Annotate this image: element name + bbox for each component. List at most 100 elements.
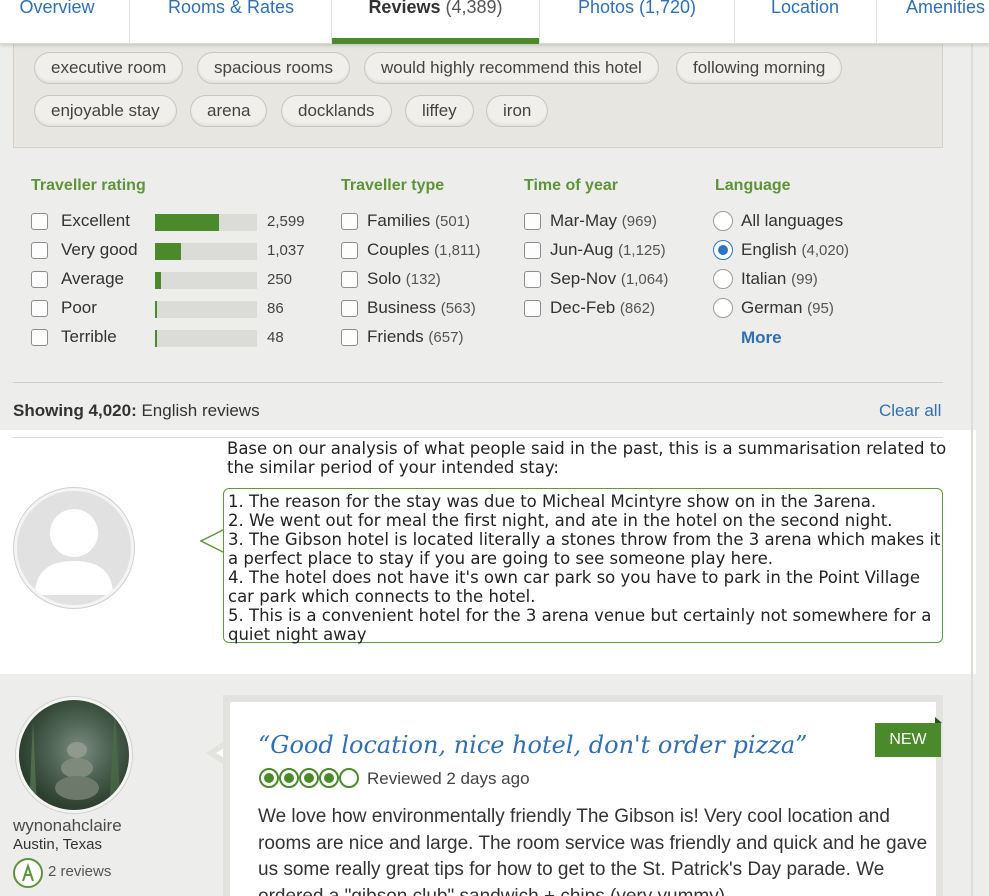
traveller-type-option[interactable]: Solo (132) [367, 269, 441, 289]
language-count: (95) [807, 300, 834, 317]
clear-all-link[interactable]: Clear all [879, 401, 941, 421]
time-of-year-count: (1,064) [620, 271, 669, 288]
rating-checkbox-4[interactable] [31, 329, 48, 346]
summary-point: 2. We went out for meal the first night,… [228, 511, 893, 530]
divider [13, 437, 943, 438]
rating-bubble-icon [319, 768, 339, 788]
rating-count: 86 [267, 300, 284, 317]
traveller-type-checkbox[interactable] [341, 300, 358, 317]
keyword-pill[interactable]: arena [190, 95, 268, 127]
traveller-rating-title: Traveller rating [31, 177, 146, 194]
time-of-year-option[interactable]: Sep-Nov (1,064) [550, 269, 668, 289]
tab-photos[interactable]: Photos (1,720) [568, 0, 706, 44]
language-title: Language [715, 177, 791, 194]
rating-bar-fill [155, 272, 162, 289]
reviewer-review-count[interactable]: 2 reviews [48, 863, 111, 880]
summary-point: 1. The reason for the stay was due to Mi… [228, 492, 877, 511]
language-radio[interactable] [713, 269, 733, 289]
time-of-year-option[interactable]: Jun-Aug (1,125) [550, 240, 666, 260]
traveller-type-title: Traveller type [341, 177, 445, 194]
keyword-pill[interactable]: iron [486, 95, 549, 127]
rating-label[interactable]: Excellent [61, 211, 130, 231]
keyword-pill[interactable]: executive room [34, 52, 184, 84]
traveller-type-option[interactable]: Friends (657) [367, 327, 463, 347]
language-count: (4,020) [801, 242, 850, 259]
traveller-type-option[interactable]: Couples (1,811) [367, 240, 481, 260]
language-label: All languages [741, 211, 844, 230]
rating-bar [155, 272, 257, 289]
time-of-year-count: (1,125) [618, 242, 666, 259]
rating-label[interactable]: Terrible [61, 327, 117, 347]
time-of-year-option[interactable]: Mar-May (969) [550, 211, 657, 231]
rating-bar-fill [155, 214, 220, 231]
time-of-year-checkbox[interactable] [524, 271, 541, 288]
traveller-type-label: Friends [367, 327, 424, 346]
keyword-pill[interactable]: would highly recommend this hotel [364, 52, 659, 84]
rating-bar [155, 301, 257, 318]
showing-count: Showing 4,020: English reviews [13, 401, 260, 420]
time-of-year-checkbox[interactable] [524, 213, 541, 230]
reviewer-username[interactable]: wynonahclaire [13, 816, 122, 836]
review-body: We love how environmentally friendly The… [258, 806, 928, 896]
traveller-type-count: (563) [440, 300, 476, 317]
keyword-pill[interactable]: enjoyable stay [34, 95, 177, 127]
time-of-year-checkbox[interactable] [524, 242, 541, 259]
keyword-pill[interactable]: spacious rooms [197, 52, 351, 84]
review-title[interactable]: “Good location, nice hotel, don't order … [258, 731, 807, 759]
language-option[interactable]: English (4,020) [741, 240, 849, 260]
language-radio[interactable] [713, 211, 733, 231]
language-option[interactable]: All languages [741, 211, 843, 231]
rating-bubble-icon [279, 768, 299, 788]
traveller-type-option[interactable]: Business (563) [367, 298, 476, 318]
tab-divider [129, 0, 130, 44]
tab-overview[interactable]: Overview [15, 0, 99, 44]
time-of-year-title: Time of year [524, 177, 618, 194]
tab-rooms-rates[interactable]: Rooms & Rates [160, 0, 302, 44]
keyword-pill[interactable]: docklands [281, 95, 392, 127]
language-label: English [741, 240, 797, 259]
tab-location[interactable]: Location [764, 0, 846, 44]
rating-label[interactable]: Very good [61, 240, 138, 260]
traveller-type-checkbox[interactable] [341, 213, 358, 230]
tab-reviews[interactable]: Reviews (4,389) [332, 0, 539, 44]
summary-intro: Base on our analysis of what people said… [227, 439, 947, 477]
traveller-type-checkbox[interactable] [341, 242, 358, 259]
traveller-type-checkbox[interactable] [341, 271, 358, 288]
time-of-year-label: Dec-Feb [550, 298, 616, 317]
user-avatar[interactable] [16, 697, 132, 813]
summary-list: 1. The reason for the stay was due to Mi… [228, 492, 944, 644]
default-avatar-icon [14, 488, 134, 608]
tab-bar: Overview Rooms & Rates Reviews (4,389) P… [0, 0, 989, 44]
language-option[interactable]: German (95) [741, 298, 834, 318]
rating-bar [155, 214, 257, 231]
rating-count: 250 [267, 271, 293, 288]
traveller-type-count: (501) [435, 213, 471, 230]
rating-checkbox-3[interactable] [31, 300, 48, 317]
traveller-type-checkbox[interactable] [341, 329, 358, 346]
language-radio[interactable] [713, 298, 733, 318]
new-badge: NEW [875, 723, 941, 757]
rating-label[interactable]: Poor [61, 298, 97, 318]
language-radio[interactable] [713, 240, 733, 260]
rating-checkbox-1[interactable] [31, 242, 48, 259]
time-of-year-label: Sep-Nov [550, 269, 617, 288]
more-languages-link[interactable]: More [741, 328, 782, 348]
time-of-year-checkbox[interactable] [524, 300, 541, 317]
rating-bar-fill [155, 301, 158, 318]
rating-bubble-icon [259, 768, 279, 788]
time-of-year-option[interactable]: Dec-Feb (862) [550, 298, 655, 318]
tab-amenities[interactable]: Amenities [906, 0, 989, 44]
rating-checkbox-0[interactable] [31, 213, 48, 230]
keyword-pill[interactable]: following morning [676, 52, 843, 84]
keyword-pill[interactable]: liffey [405, 95, 474, 127]
rating-bar-fill [155, 330, 158, 347]
rating-label[interactable]: Average [61, 269, 124, 289]
rating-count: 48 [267, 329, 284, 346]
traveller-type-option[interactable]: Families (501) [367, 211, 470, 231]
language-label: Italian [741, 269, 787, 288]
language-option[interactable]: Italian (99) [741, 269, 818, 289]
traveller-type-count: (657) [428, 329, 464, 346]
tab-divider [539, 0, 540, 44]
time-of-year-label: Mar-May [550, 211, 618, 230]
rating-checkbox-2[interactable] [31, 271, 48, 288]
